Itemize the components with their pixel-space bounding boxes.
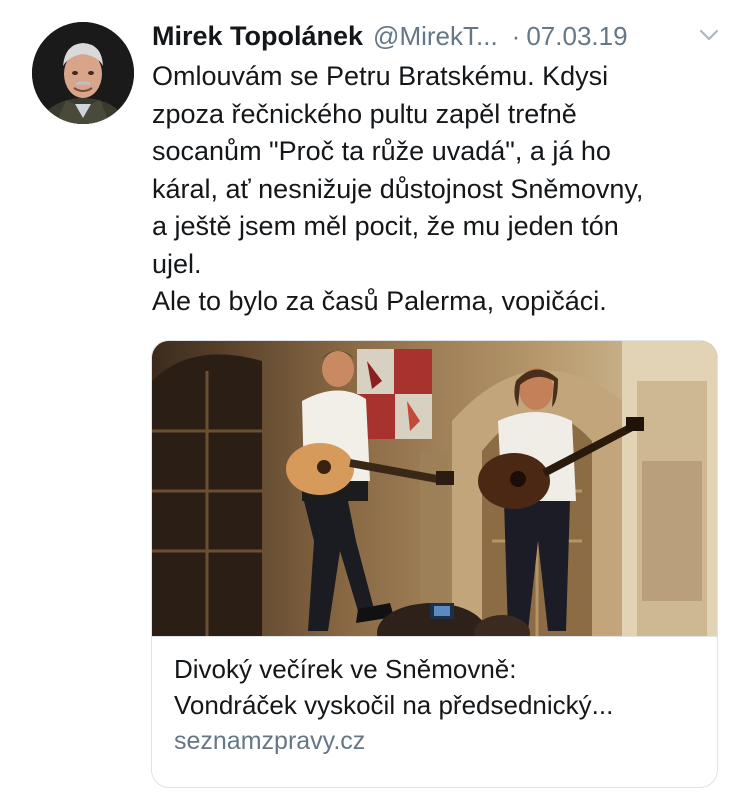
card-title[interactable]: Divoký večírek ve Sněmovně: Vondráček vy…: [174, 651, 704, 723]
link-card[interactable]: Divoký večírek ve Sněmovně: Vondráček vy…: [151, 340, 718, 788]
tweet-text-line: Ale to bylo za časů Palerma, vopičáci.: [152, 286, 607, 316]
tweet-text-line: Omlouvám se Petru Bratskému. Kdysi: [152, 61, 609, 91]
tweet[interactable]: Mirek Topolánek @MirekT... · 07.03.19 Om…: [0, 0, 750, 793]
avatar[interactable]: [32, 22, 134, 124]
tweet-text-line: ujel.: [152, 248, 202, 279]
tweet-text-line: zpoza řečnického pultu zapěl trefně: [152, 98, 577, 129]
chevron-down-icon[interactable]: [699, 28, 719, 42]
tweet-text: Omlouvám se Petru Bratskému. Kdysi zpoza…: [152, 58, 732, 321]
card-title-line: Divoký večírek ve Sněmovně:: [174, 654, 517, 684]
tweet-header: Mirek Topolánek @MirekT... · 07.03.19: [152, 18, 727, 54]
card-body[interactable]: Divoký večírek ve Sněmovně: Vondráček vy…: [152, 636, 717, 787]
tweet-date[interactable]: 07.03.19: [526, 21, 627, 52]
separator-dot: ·: [511, 20, 521, 51]
display-name[interactable]: Mirek Topolánek: [152, 21, 363, 52]
card-title-line: Vondráček vyskočil na předsednický...: [174, 690, 614, 720]
card-image[interactable]: [152, 341, 717, 636]
card-domain[interactable]: seznamzpravy.cz: [174, 727, 365, 756]
tweet-text-line: socanům "Proč ta růže uvadá", a já ho: [152, 136, 611, 166]
user-handle[interactable]: @MirekT...: [373, 21, 498, 52]
tweet-text-line: a ještě jsem měl pocit, že mu jeden tón: [152, 211, 619, 241]
tweet-text-line: káral, ať nesnižuje důstojnost Sněmovny,: [152, 173, 644, 204]
